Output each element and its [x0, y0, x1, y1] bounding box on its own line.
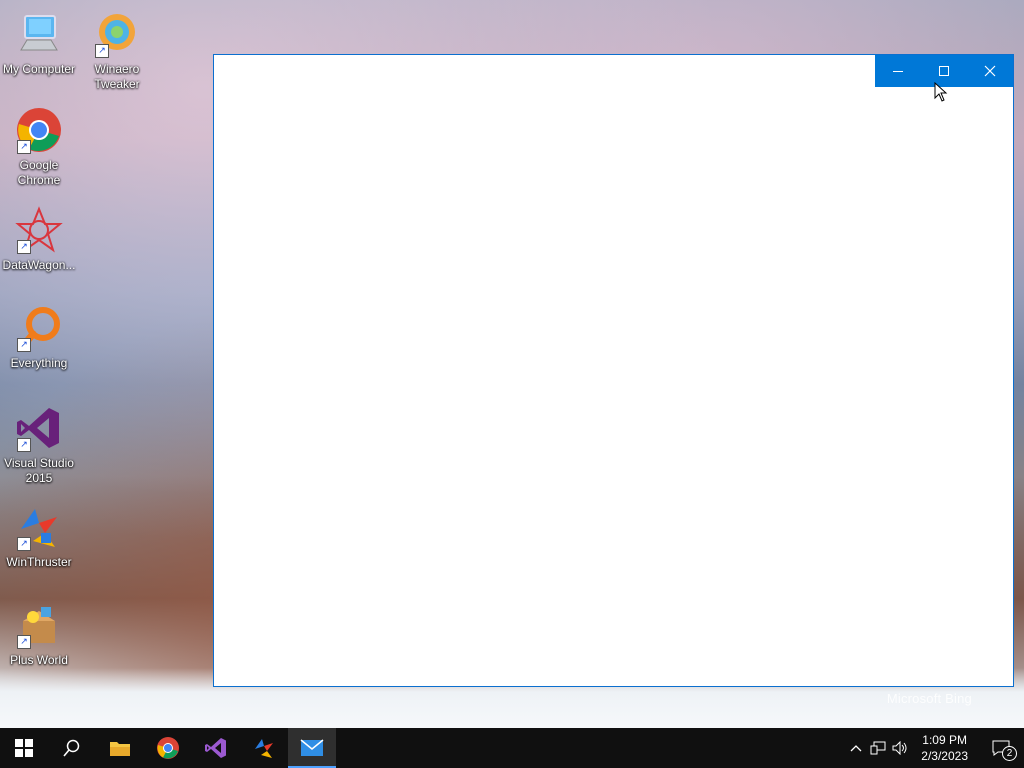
taskbar-winthruster[interactable]: [240, 728, 288, 768]
network-button[interactable]: [867, 728, 889, 768]
maximize-icon: [939, 66, 949, 76]
mouse-cursor-icon: [934, 82, 948, 102]
shortcut-arrow-icon: ↗: [17, 537, 31, 551]
minimize-button[interactable]: [875, 55, 921, 87]
desktop-icon-label: WinThruster: [6, 555, 72, 569]
taskbar-mail[interactable]: [288, 728, 336, 768]
desktop-icon-label: My Computer: [2, 62, 76, 76]
desktop-icon-my-computer[interactable]: My Computer: [1, 10, 77, 77]
desktop-icon-label: Everything: [10, 356, 68, 370]
mail-icon: [300, 739, 324, 756]
volume-button[interactable]: [889, 728, 911, 768]
visual-studio-icon: [205, 738, 226, 758]
start-button[interactable]: [0, 728, 48, 768]
search-icon: [63, 739, 80, 757]
desktop-icon-label: Plus World: [10, 653, 68, 667]
chevron-up-icon: [850, 745, 862, 752]
shortcut-arrow-icon: ↗: [17, 438, 31, 452]
everything-search-icon: ↗: [15, 304, 63, 352]
desktop-icon-datawagon[interactable]: ↗ DataWagon...: [1, 206, 77, 273]
clock-date: 2/3/2023: [921, 749, 968, 763]
search-button[interactable]: [48, 728, 96, 768]
chrome-icon: ↗: [15, 106, 63, 154]
winaero-tweaker-icon: ↗: [93, 10, 141, 58]
system-tray: 1:09 PM 2/3/2023 2: [845, 728, 1024, 768]
shortcut-arrow-icon: ↗: [17, 240, 31, 254]
show-hidden-icons-button[interactable]: [845, 728, 867, 768]
winthruster-icon: ↗: [15, 503, 63, 551]
taskbar: 1:09 PM 2/3/2023 2: [0, 728, 1024, 768]
volume-icon: [892, 741, 907, 755]
shortcut-arrow-icon: ↗: [17, 140, 31, 154]
taskbar-file-explorer[interactable]: [96, 728, 144, 768]
clock-time: 1:09 PM: [922, 733, 967, 747]
desktop-icon-everything[interactable]: ↗ Everything: [1, 304, 77, 371]
plus-world-icon: ↗: [15, 601, 63, 649]
visual-studio-icon: ↗: [15, 404, 63, 452]
shortcut-arrow-icon: ↗: [17, 635, 31, 649]
chrome-icon: [157, 737, 179, 759]
network-icon: [870, 741, 886, 755]
winthruster-icon: [255, 739, 273, 758]
minimize-icon: [893, 71, 903, 72]
desktop-icon-google-chrome[interactable]: ↗ Google Chrome: [1, 106, 77, 188]
desktop-icon-label: Google Chrome: [17, 158, 61, 187]
shortcut-arrow-icon: ↗: [95, 44, 109, 58]
desktop-icon-winthruster[interactable]: ↗ WinThruster: [1, 503, 77, 570]
desktop-icon-label: Winaero Tweaker: [94, 62, 140, 91]
taskbar-visual-studio[interactable]: [192, 728, 240, 768]
close-button[interactable]: [967, 55, 1013, 87]
computer-icon: [15, 10, 63, 58]
desktop-icon-visual-studio[interactable]: ↗ Visual Studio 2015: [1, 404, 77, 486]
folder-icon: [110, 742, 130, 756]
close-icon: [984, 65, 996, 77]
desktop-icon-plus-world[interactable]: ↗ Plus World: [1, 601, 77, 668]
desktop-icon-winaero-tweaker[interactable]: ↗ Winaero Tweaker: [79, 10, 155, 92]
taskbar-clock[interactable]: 1:09 PM 2/3/2023: [911, 732, 978, 764]
app-window[interactable]: [213, 54, 1014, 687]
shortcut-arrow-icon: ↗: [17, 338, 31, 352]
notification-count-badge: 2: [1002, 746, 1017, 761]
desktop-icon-label: DataWagon...: [2, 258, 76, 272]
taskbar-chrome[interactable]: [144, 728, 192, 768]
datawagon-icon: ↗: [15, 206, 63, 254]
windows-logo-icon: [15, 739, 33, 757]
desktop-icon-label: Visual Studio 2015: [4, 456, 74, 485]
action-center-button[interactable]: 2: [978, 728, 1024, 768]
bing-watermark: Microsoft Bing: [886, 691, 972, 706]
